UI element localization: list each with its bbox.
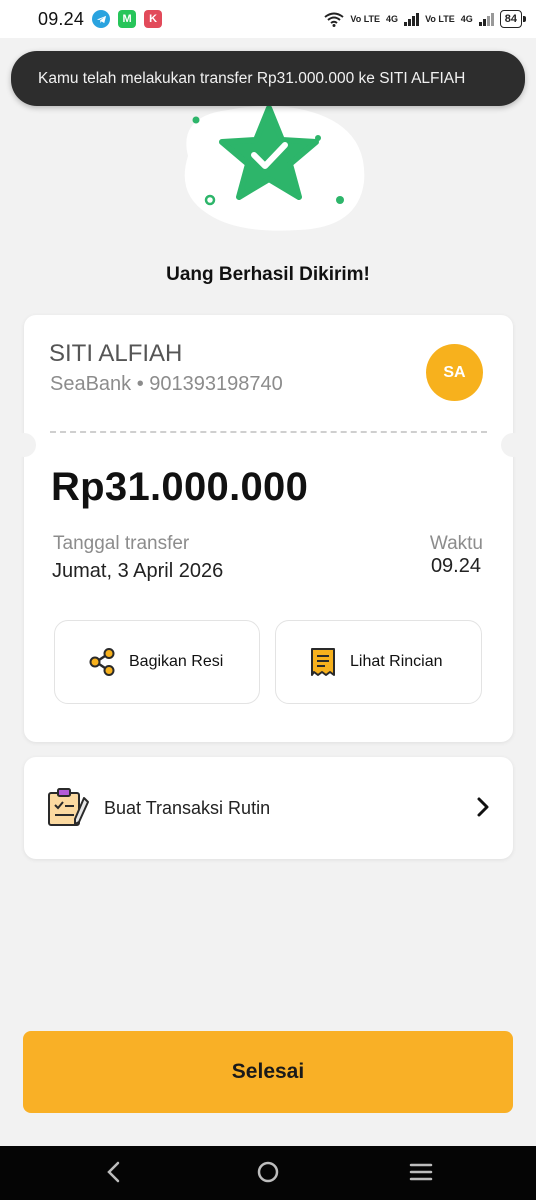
view-details-label: Lihat Rincian (350, 653, 443, 670)
clipboard-icon (48, 788, 89, 826)
ticket-notch-right (501, 433, 525, 457)
transfer-toast: Kamu telah melakukan transfer Rp31.000.0… (11, 51, 525, 106)
status-right: Vo LTE 4G Vo LTE 4G 84 (324, 10, 527, 28)
k-app-icon: K (144, 10, 163, 28)
status-time: 09.24 (38, 8, 85, 29)
page-title: Uang Berhasil Dikirim! (166, 264, 370, 285)
system-nav-bar (0, 1146, 536, 1200)
date-label: Tanggal transfer (53, 533, 190, 554)
wifi-icon (324, 12, 344, 27)
ticket-notch-left (12, 433, 36, 457)
menu-icon[interactable] (408, 1158, 434, 1186)
telegram-icon (92, 10, 111, 28)
back-icon[interactable] (102, 1158, 126, 1186)
transfer-amount: Rp31.000.000 (51, 465, 309, 509)
status-bar: 09.24 M K Vo LTE 4G Vo LTE 4G 84 (0, 0, 536, 38)
signal-icon (478, 12, 494, 26)
share-receipt-label: Bagikan Resi (129, 653, 224, 670)
network-type-1: 4G (386, 14, 399, 24)
date-value: Jumat, 3 April 2026 (52, 560, 224, 582)
network-type-2: 4G (460, 14, 473, 24)
signal-icon (404, 12, 420, 26)
dashed-divider (50, 431, 487, 433)
status-left: 09.24 M K (38, 8, 163, 30)
share-icon (89, 648, 115, 676)
home-icon[interactable] (255, 1158, 281, 1186)
chevron-right-icon (477, 797, 489, 817)
time-value: 09.24 (430, 555, 481, 577)
recipient-name: SITI ALFIAH (49, 340, 183, 367)
view-details-button[interactable]: Lihat Rincian (275, 620, 482, 704)
success-illustration (168, 96, 374, 236)
toast-message: Kamu telah melakukan transfer Rp31.000.0… (38, 69, 466, 87)
sim1-label: Vo LTE (350, 13, 381, 24)
recipient-account: SeaBank • 901393198740 (50, 373, 283, 395)
receipt-icon (311, 648, 335, 676)
done-button[interactable]: Selesai (23, 1031, 513, 1113)
battery-icon: 84 (499, 10, 527, 28)
routine-label: Buat Transaksi Rutin (104, 797, 271, 818)
sim2-label: Vo LTE (425, 13, 455, 24)
share-receipt-button[interactable]: Bagikan Resi (54, 620, 260, 704)
receipt-card: SITI ALFIAH SeaBank • 901393198740 SA Rp… (12, 315, 525, 742)
create-routine-transaction[interactable]: Buat Transaksi Rutin (24, 757, 513, 859)
m-app-icon: M (118, 10, 137, 28)
time-label: Waktu (429, 533, 483, 554)
success-star-check-icon (184, 105, 365, 231)
avatar: SA (426, 344, 483, 401)
